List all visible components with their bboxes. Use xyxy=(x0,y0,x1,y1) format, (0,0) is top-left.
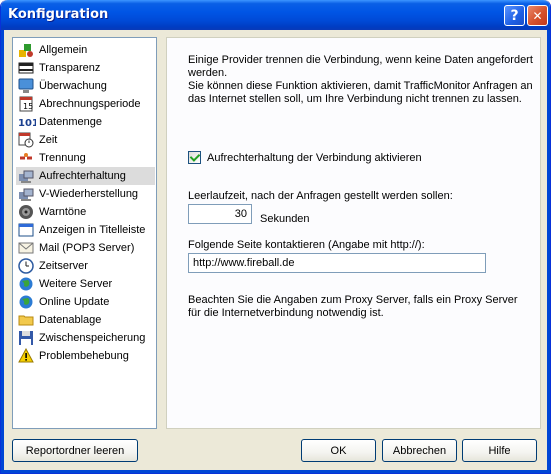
floppy-icon xyxy=(18,330,34,346)
globe-icon xyxy=(18,276,34,292)
disconnect-icon xyxy=(18,150,34,166)
monitor-icon xyxy=(18,78,34,94)
sidebar-item-mail[interactable]: Mail (POP3 Server) xyxy=(16,239,155,257)
intro-text-line3: Sie können diese Funktion aktivieren, da… xyxy=(188,80,533,92)
sidebar-item-label: Trennung xyxy=(39,152,86,164)
svg-text:15: 15 xyxy=(23,102,33,111)
sidebar-item-online-update[interactable]: Online Update xyxy=(16,293,155,311)
reconnect-icon xyxy=(18,186,34,202)
sidebar-item-label: Warntöne xyxy=(39,206,87,218)
clear-report-folder-button[interactable]: Reportordner leeren xyxy=(12,439,138,462)
calendar-icon: 15 xyxy=(18,96,34,112)
svg-text:101: 101 xyxy=(18,118,36,129)
sidebar-item-zwischenspeicherung[interactable]: Zwischenspeicherung xyxy=(16,329,155,347)
sidebar-item-label: Aufrechterhaltung xyxy=(39,170,126,182)
sidebar-item-problembehebung[interactable]: Problembehebung xyxy=(16,347,155,365)
sidebar-item-allgemein[interactable]: Allgemein xyxy=(16,41,155,59)
sidebar-item-label: V-Wiederherstellung xyxy=(39,188,139,200)
titlebar-icon xyxy=(18,222,34,238)
sidebar-item-datenablage[interactable]: Datenablage xyxy=(16,311,155,329)
warning-icon xyxy=(18,347,34,364)
title-bar[interactable]: Konfiguration ? ✕ xyxy=(1,0,550,30)
keep-alive-checkbox-label[interactable]: Aufrechterhaltung der Verbindung aktivie… xyxy=(207,152,422,165)
intro-text-line1: Einige Provider trennen die Verbindung, … xyxy=(188,54,533,66)
window-title: Konfiguration xyxy=(8,7,109,22)
sidebar-item-trennung[interactable]: Trennung xyxy=(16,149,155,167)
globe-update-icon xyxy=(18,294,34,310)
sidebar-item-label: Datenmenge xyxy=(39,116,102,128)
sidebar-item-transparenz[interactable]: Transparenz xyxy=(16,59,155,77)
settings-panel: Einige Provider trennen die Verbindung, … xyxy=(166,37,541,429)
intro-text-line2: werden. xyxy=(188,67,228,79)
sidebar-item-label: Transparenz xyxy=(39,62,101,74)
sidebar-item-label: Datenablage xyxy=(39,314,102,326)
sidebar-item-label: Problembehebung xyxy=(39,350,129,362)
keep-alive-checkbox[interactable] xyxy=(188,151,201,164)
speaker-icon xyxy=(18,204,34,220)
close-button[interactable]: ✕ xyxy=(527,5,548,26)
config-dialog: Konfiguration ? ✕ Allgemein Transparenz … xyxy=(0,0,551,474)
url-input[interactable]: http://www.fireball.de xyxy=(188,253,486,273)
sidebar-item-label: Allgemein xyxy=(39,44,88,56)
transparency-icon xyxy=(18,60,34,76)
keep-alive-icon xyxy=(18,168,34,184)
sidebar-item-zeit[interactable]: Zeit xyxy=(16,131,155,149)
window-frame-left xyxy=(1,30,4,473)
sidebar-item-warntoene[interactable]: Warntöne xyxy=(16,203,155,221)
sidebar-item-aufrechterhaltung[interactable]: Aufrechterhaltung xyxy=(16,167,155,185)
help-title-button[interactable]: ? xyxy=(504,5,525,26)
cancel-button[interactable]: Abbrechen xyxy=(382,439,457,462)
folder-icon xyxy=(18,312,34,328)
sidebar-item-abrechnungsperiode[interactable]: 15 Abrechnungsperiode xyxy=(16,95,155,113)
proxy-note-line1: Beachten Sie die Angaben zum Proxy Serve… xyxy=(188,294,518,306)
data-amount-icon: 101 xyxy=(18,114,39,130)
idle-time-label: Leerlaufzeit, nach der Anfragen gestellt… xyxy=(188,190,453,202)
sidebar-item-ueberwachung[interactable]: Überwachung xyxy=(16,77,155,95)
sidebar-item-datenmenge[interactable]: 101 Datenmenge xyxy=(16,113,155,131)
category-list[interactable]: Allgemein Transparenz Überwachung 15 Abr… xyxy=(12,37,157,429)
sidebar-item-label: Zeit xyxy=(39,134,58,146)
sidebar-item-label: Abrechnungsperiode xyxy=(39,98,141,110)
sidebar-item-label: Anzeigen in Titelleiste xyxy=(39,224,146,236)
timeserver-icon xyxy=(18,258,34,274)
url-label: Folgende Seite kontaktieren (Angabe mit … xyxy=(188,239,425,251)
general-icon xyxy=(18,42,34,58)
idle-time-unit: Sekunden xyxy=(260,213,310,225)
sidebar-item-weitere-server[interactable]: Weitere Server xyxy=(16,275,155,293)
intro-text-line4: das Internet stellen soll, um Ihre Verbi… xyxy=(188,93,522,105)
sidebar-item-label: Mail (POP3 Server) xyxy=(39,242,135,254)
sidebar-item-label: Zeitserver xyxy=(39,260,88,272)
clock-calendar-icon xyxy=(18,132,34,148)
sidebar-item-zeitserver[interactable]: Zeitserver xyxy=(16,257,155,275)
idle-time-input[interactable]: 30 xyxy=(188,204,252,224)
proxy-note-line2: für die Internetverbindung notwendig ist… xyxy=(188,307,384,319)
mail-icon xyxy=(18,240,34,256)
close-icon: ✕ xyxy=(532,8,543,23)
help-button[interactable]: Hilfe xyxy=(462,439,537,462)
sidebar-item-label: Zwischenspeicherung xyxy=(39,332,146,344)
window-frame-bottom xyxy=(1,470,550,473)
sidebar-item-anzeigen-titelleiste[interactable]: Anzeigen in Titelleiste xyxy=(16,221,155,239)
sidebar-item-label: Weitere Server xyxy=(39,278,113,290)
sidebar-item-v-wiederherstellung[interactable]: V-Wiederherstellung xyxy=(16,185,155,203)
ok-button[interactable]: OK xyxy=(301,439,376,462)
sidebar-item-label: Überwachung xyxy=(39,80,107,92)
window-frame-right xyxy=(547,30,550,473)
sidebar-item-label: Online Update xyxy=(39,296,110,308)
help-icon: ? xyxy=(510,7,519,24)
